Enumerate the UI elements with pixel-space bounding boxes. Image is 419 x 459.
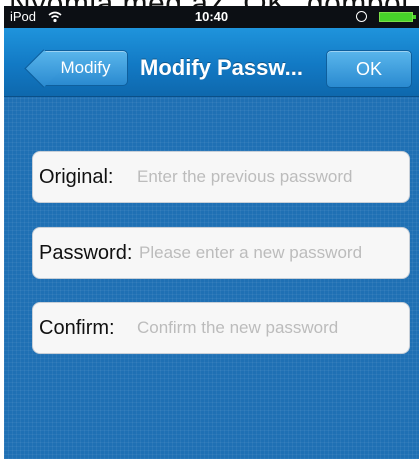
battery-icon [379, 12, 416, 22]
password-label: Password: [39, 242, 133, 264]
rotation-lock-icon [356, 11, 367, 22]
phone-screen: iPod 10:40 Modify Modify Passw... OK Ori… [4, 6, 419, 459]
original-label: Original: [39, 166, 114, 188]
new-password-field[interactable]: Password: [32, 227, 410, 279]
form-area: Original: Password: Confirm: [4, 97, 419, 459]
original-password-field[interactable]: Original: [32, 151, 410, 203]
new-password-input[interactable] [139, 236, 407, 270]
back-button[interactable]: Modify [44, 50, 128, 86]
navigation-bar: Modify Modify Passw... OK [4, 28, 419, 97]
confirm-label: Confirm: [39, 317, 115, 339]
status-bar: iPod 10:40 [4, 6, 419, 28]
ok-button[interactable]: OK [326, 50, 412, 88]
confirm-password-input[interactable] [137, 311, 405, 345]
confirm-password-field[interactable]: Confirm: [32, 302, 410, 354]
page-title: Modify Passw... [140, 55, 304, 80]
original-password-input[interactable] [137, 160, 403, 194]
